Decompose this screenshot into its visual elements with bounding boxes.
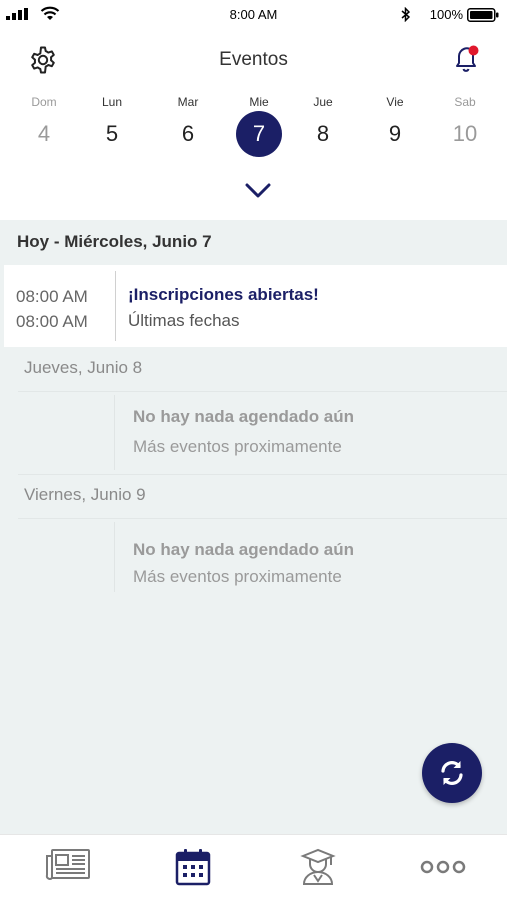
today-header: Hoy - Miércoles, Junio 7 [4,220,507,264]
chevron-down-icon[interactable] [244,182,272,200]
divider [18,518,507,519]
day-number: 5 [105,121,119,146]
timeline-line [114,522,115,592]
week-strip: Dom 4 Lun 5 Mar 6 Mie 7 Jue 8 Vie 9 Sab … [0,94,507,164]
day-name: Sab [454,95,476,109]
day-number: 9 [388,121,402,146]
day-number: 6 [181,121,195,146]
day-section-label: Jueves, Junio 8 [24,358,143,377]
bluetooth-icon [401,7,410,22]
day-friday[interactable]: Vie 9 [365,94,425,157]
day-saturday[interactable]: Sab 10 [435,94,495,157]
newspaper-icon[interactable] [45,847,91,881]
calendar-header: Eventos Dom 4 Lun 5 Mar 6 Mie 7 Jue 8 Vi… [0,32,507,220]
day-number: 10 [452,121,478,146]
divider [18,391,507,392]
day-monday[interactable]: Lun 5 [82,94,142,157]
refresh-button[interactable] [422,743,482,803]
event-item[interactable]: 08:00 AM 08:00 AM ¡Inscripciones abierta… [4,265,507,347]
day-number-selected: 7 [236,111,282,157]
calendar-icon[interactable] [175,848,211,886]
battery-icon [467,8,499,22]
refresh-icon [441,761,463,785]
notification-bell-icon[interactable] [453,44,481,74]
day-name: Dom [31,95,57,109]
day-thursday[interactable]: Jue 8 [293,94,353,157]
empty-state-title: No hay nada agendado aún [133,407,355,426]
event-title: ¡Inscripciones abiertas! [128,285,319,304]
event-times: 08:00 AM 08:00 AM [16,284,88,334]
empty-state-subtitle: Más eventos proximamente [133,567,342,586]
battery-percent: 100% [429,7,463,22]
tab-bar [0,834,507,901]
day-tuesday[interactable]: Mar 6 [158,94,218,157]
page-title: Eventos [219,49,288,70]
day-number: 8 [316,121,330,146]
empty-state-subtitle: Más eventos proximamente [133,437,342,456]
day-name: Mie [249,95,269,109]
more-icon[interactable] [420,859,466,875]
graduate-icon[interactable] [300,848,336,886]
event-start-time: 08:00 AM [16,287,88,306]
day-name: Jue [313,95,333,109]
today-heading: Hoy - Miércoles, Junio 7 [17,232,212,251]
timeline-line [114,395,115,470]
day-number: 4 [37,121,51,146]
empty-state-title: No hay nada agendado aún [133,540,355,559]
day-name: Lun [101,95,123,109]
day-name: Mar [177,95,199,109]
day-section-label: Viernes, Junio 9 [24,485,146,504]
day-sunday[interactable]: Dom 4 [14,94,74,157]
event-subtitle: Últimas fechas [128,311,240,330]
event-end-time: 08:00 AM [16,312,88,331]
divider [18,474,507,475]
day-wednesday-selected[interactable]: Mie 7 [229,94,289,157]
day-name: Vie [386,95,404,109]
event-divider [115,271,116,341]
status-bar: 8:00 AM 100% [0,0,507,32]
